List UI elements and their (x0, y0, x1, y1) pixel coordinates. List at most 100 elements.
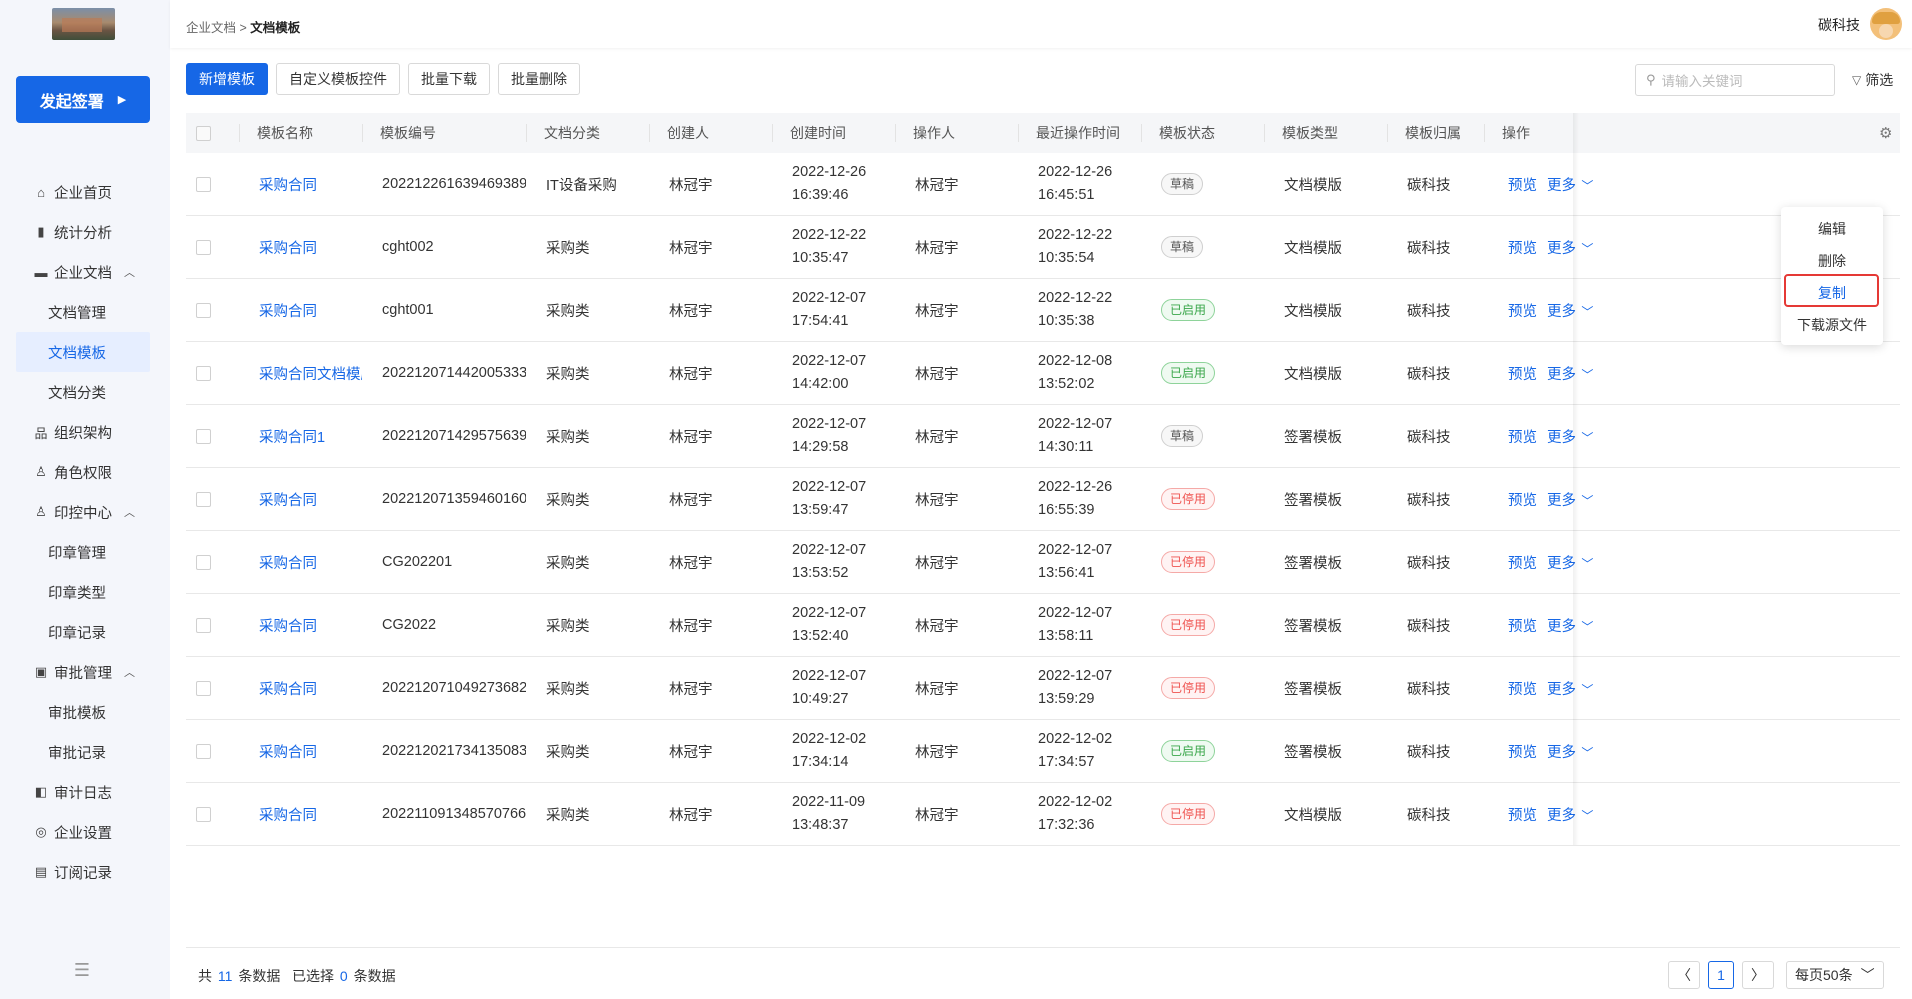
column-header[interactable]: 操作 (1484, 113, 1620, 153)
column-header[interactable]: 文档分类 (526, 113, 649, 153)
more-actions-link[interactable]: 更多 ﹀ (1547, 552, 1593, 573)
column-header[interactable]: 模板状态 (1141, 113, 1264, 153)
sidebar-item[interactable]: ▣ 审批管理 ︿ (16, 652, 150, 692)
more-actions-link[interactable]: 更多 ﹀ (1547, 174, 1593, 195)
row-checkbox[interactable] (196, 617, 211, 633)
company-logo[interactable] (52, 8, 115, 40)
column-header[interactable]: 创建时间 (772, 113, 895, 153)
sidebar-subitem[interactable]: 印章记录 (16, 612, 150, 652)
template-name-link[interactable]: 采购合同文档模版 (259, 367, 362, 383)
preview-link[interactable]: 预览 (1508, 804, 1537, 825)
column-settings-icon[interactable]: ⚙ (1879, 124, 1892, 142)
sidebar-item[interactable]: ▬ 企业文档 ︿ (16, 252, 150, 292)
sidebar-item[interactable]: ♙ 印控中心 ︿ (16, 492, 150, 532)
more-actions-link[interactable]: 更多 ﹀ (1547, 804, 1593, 825)
more-actions-link[interactable]: 更多 ﹀ (1547, 300, 1593, 321)
preview-link[interactable]: 预览 (1508, 174, 1537, 195)
more-actions-link[interactable]: 更多 ﹀ (1547, 615, 1593, 636)
template-name-link[interactable]: 采购合同1 (259, 430, 325, 446)
column-header[interactable]: 操作人 (895, 113, 1018, 153)
row-checkbox[interactable] (196, 302, 211, 318)
sidebar-subitem[interactable]: 审批记录 (16, 732, 150, 772)
more-actions-link[interactable]: 更多 ﹀ (1547, 741, 1593, 762)
preview-link[interactable]: 预览 (1508, 741, 1537, 762)
row-checkbox[interactable] (196, 554, 211, 570)
row-checkbox[interactable] (196, 365, 211, 381)
page-button-current[interactable]: 1 (1708, 961, 1734, 989)
row-checkbox[interactable] (196, 680, 211, 696)
sidebar-item[interactable]: ▤ 订阅记录 (16, 852, 150, 892)
more-actions-link[interactable]: 更多 ﹀ (1547, 678, 1593, 699)
template-name-link[interactable]: 采购合同 (259, 493, 317, 509)
sidebar-subitem[interactable]: 文档模板 (16, 332, 150, 372)
template-name-link[interactable]: 采购合同 (259, 241, 317, 257)
row-checkbox[interactable] (196, 176, 211, 192)
doc-category: 采购类 (546, 807, 590, 824)
custom-controls-button[interactable]: 自定义模板控件 (276, 63, 400, 95)
column-header[interactable]: 最近操作时间 (1018, 113, 1141, 153)
preview-link[interactable]: 预览 (1508, 489, 1537, 510)
dropdown-item[interactable]: 编辑 (1781, 213, 1883, 245)
template-name-link[interactable]: 采购合同 (259, 808, 317, 824)
sidebar-item[interactable]: ◎ 企业设置 (16, 812, 150, 852)
preview-link[interactable]: 预览 (1508, 615, 1537, 636)
batch-download-button[interactable]: 批量下载 (408, 63, 490, 95)
sidebar-subitem[interactable]: 文档管理 (16, 292, 150, 332)
sidebar-item[interactable]: ◧ 审计日志 (16, 772, 150, 812)
add-template-button[interactable]: 新增模板 (186, 63, 268, 95)
column-header[interactable]: 创建人 (649, 113, 772, 153)
sidebar-subitem[interactable]: 文档分类 (16, 372, 150, 412)
row-actions: 预览 更多 ﹀ (1508, 363, 1620, 384)
preview-link[interactable]: 预览 (1508, 363, 1537, 384)
sidebar-item[interactable]: 品组织架构 (16, 412, 150, 452)
sidebar-subitem[interactable]: 审批模板 (16, 692, 150, 732)
template-name-link[interactable]: 采购合同 (259, 682, 317, 698)
template-name-link[interactable]: 采购合同 (259, 745, 317, 761)
sidebar-item[interactable]: ▮ 统计分析 (16, 212, 150, 252)
filter-button[interactable]: ▽ 筛选 (1852, 70, 1893, 90)
more-actions-link[interactable]: 更多 ﹀ (1547, 426, 1593, 447)
column-header[interactable]: 模板编号 (362, 113, 526, 153)
preview-link[interactable]: 预览 (1508, 552, 1537, 573)
dropdown-item[interactable]: 下载源文件 (1781, 309, 1883, 341)
sidebar-item[interactable]: ♙ 角色权限 (16, 452, 150, 492)
preview-link[interactable]: 预览 (1508, 426, 1537, 447)
sidebar-item[interactable]: ⌂ 企业首页 (16, 172, 150, 212)
prev-page-button[interactable]: 〈 (1668, 961, 1700, 989)
preview-link[interactable]: 预览 (1508, 237, 1537, 258)
row-checkbox[interactable] (196, 428, 211, 444)
avatar[interactable] (1870, 8, 1902, 40)
sidebar-subitem[interactable]: 印章管理 (16, 532, 150, 572)
collapse-menu-icon[interactable]: ☰ (72, 961, 92, 979)
column-header[interactable]: 模板类型 (1264, 113, 1387, 153)
more-actions-link[interactable]: 更多 ﹀ (1547, 237, 1593, 258)
breadcrumb-parent[interactable]: 企业文档 (186, 21, 236, 35)
preview-link[interactable]: 预览 (1508, 678, 1537, 699)
row-checkbox[interactable] (196, 239, 211, 255)
column-header[interactable]: 模板归属 (1387, 113, 1484, 153)
sidebar-subitem[interactable]: 印章类型 (16, 572, 150, 612)
ops-cell: 预览 更多 ﹀ (1484, 363, 1620, 384)
start-signing-button[interactable]: 发起签署 ▶ (16, 76, 150, 123)
row-checkbox[interactable] (196, 806, 211, 822)
select-all-checkbox[interactable] (196, 125, 211, 141)
template-name-link[interactable]: 采购合同 (259, 304, 317, 320)
page-size-select[interactable]: 每页50条 ﹀ (1786, 961, 1884, 989)
row-checkbox[interactable] (196, 491, 211, 507)
user-name[interactable]: 碳科技 (1818, 15, 1860, 35)
template-name-link[interactable]: 采购合同 (259, 178, 317, 194)
more-actions-link[interactable]: 更多 ﹀ (1547, 363, 1593, 384)
table-row: 采购合同 202212071049273682 采购类 林冠宇 2022-12-07 10… (186, 657, 1900, 720)
more-actions-link[interactable]: 更多 ﹀ (1547, 489, 1593, 510)
template-name-link[interactable]: 采购合同 (259, 619, 317, 635)
column-header[interactable]: 模板名称 (239, 113, 362, 153)
template-name-link[interactable]: 采购合同 (259, 556, 317, 572)
row-checkbox[interactable] (196, 743, 211, 759)
dropdown-item[interactable]: 复制 (1781, 277, 1883, 309)
created-time: 2022-12-07 10:49:27 (772, 665, 895, 711)
preview-link[interactable]: 预览 (1508, 300, 1537, 321)
next-page-button[interactable]: 〉 (1742, 961, 1774, 989)
search-input[interactable]: ⚲ 请输入关键词 (1635, 64, 1835, 96)
dropdown-item[interactable]: 删除 (1781, 245, 1883, 277)
batch-delete-button[interactable]: 批量删除 (498, 63, 580, 95)
